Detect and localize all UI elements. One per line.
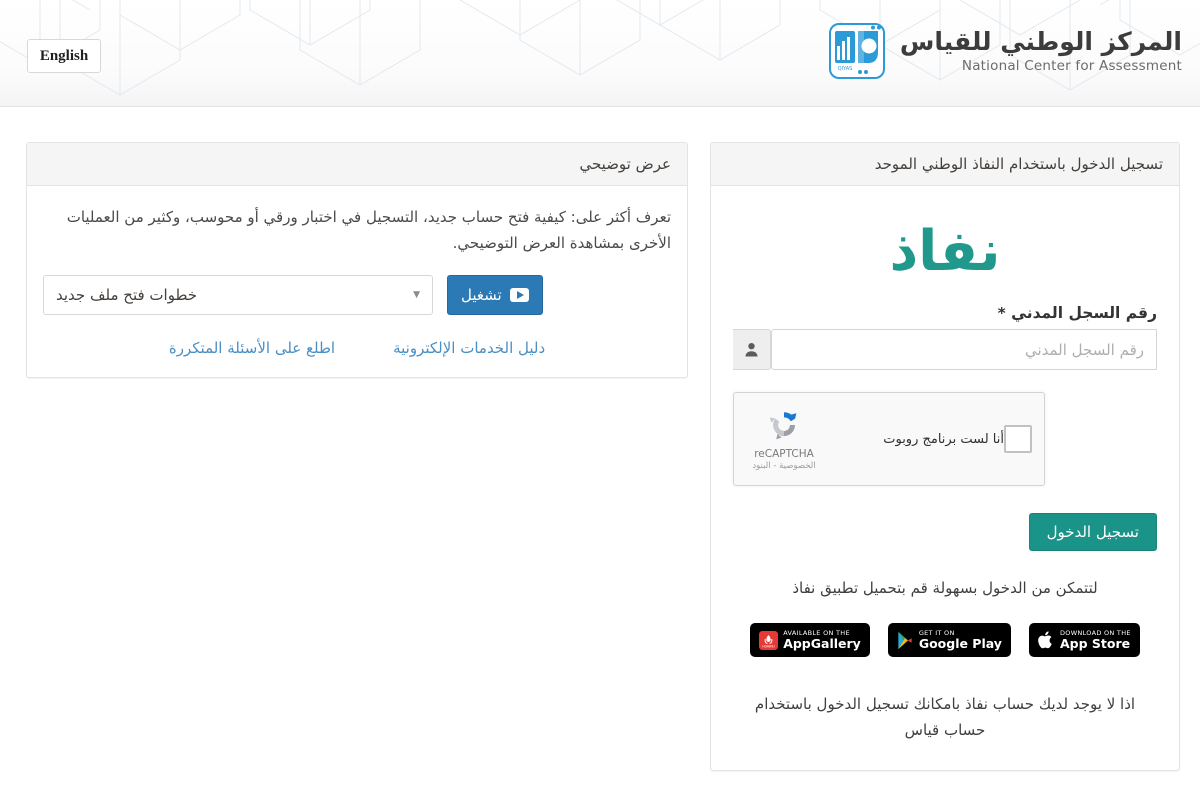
app-store-badge[interactable]: Download on the App Store	[1028, 623, 1140, 657]
login-panel-body: نفاذ رقم السجل المدني * أنا لست برنامج ر…	[711, 186, 1179, 770]
apple-icon	[1038, 631, 1052, 649]
play-demo-button[interactable]: تشغيل	[447, 274, 543, 315]
login-submit-label: تسجيل الدخول	[1046, 523, 1139, 541]
electronic-services-guide-link[interactable]: دليل الخدمات الإلكترونية	[393, 339, 545, 357]
brand-text: المركز الوطني للقياس National Center for…	[899, 26, 1182, 74]
recaptcha-legal-text: الخصوصية - البنود	[752, 460, 816, 471]
recaptcha-label: أنا لست برنامج روبوت	[883, 431, 1004, 447]
demo-panel: عرض توضيحي تعرف أكثر على: كيفية فتح حساب…	[26, 142, 688, 378]
demo-description: تعرف أكثر على: كيفية فتح حساب جديد، التس…	[66, 208, 671, 253]
nafath-logo: نفاذ	[889, 219, 1001, 284]
demo-controls-row: خطوات فتح ملف جديد ▼ تشغيل	[43, 274, 671, 315]
civil-id-input[interactable]	[771, 329, 1157, 370]
recaptcha-checkbox-wrap	[1004, 425, 1032, 453]
page-content: عرض توضيحي تعرف أكثر على: كيفية فتح حساب…	[0, 107, 1200, 771]
google-play-badge[interactable]: Get it on Google Play	[887, 623, 1011, 657]
huawei-appgallery-icon: HUAWEI	[759, 630, 779, 650]
svg-text:HUAWEI: HUAWEI	[763, 644, 775, 648]
login-panel: تسجيل الدخول باستخدام النفاذ الوطني المو…	[710, 142, 1180, 771]
google-play-icon	[898, 631, 912, 649]
demo-video-select[interactable]: خطوات فتح ملف جديد ▼	[43, 274, 433, 315]
recaptcha-checkbox[interactable]	[1004, 425, 1032, 453]
recaptcha-branding: reCAPTCHA الخصوصية - البنود	[746, 408, 822, 471]
civil-id-label: رقم السجل المدني *	[997, 304, 1157, 322]
no-account-note: اذا لا يوجد لديك حساب نفاذ بامكانك تسجيل…	[754, 695, 1136, 740]
brand-logo: المركز الوطني للقياس National Center for…	[828, 22, 1182, 80]
language-switch-label: English	[39, 47, 89, 64]
demo-video-select-value: خطوات فتح ملف جديد	[56, 285, 198, 304]
app-gallery-badge-text: Available on the AppGallery	[783, 629, 861, 651]
app-store-badge-text: Download on the App Store	[1059, 629, 1131, 651]
app-gallery-badge[interactable]: HUAWEI Available on the AppGallery	[750, 623, 870, 657]
brand-name-arabic: المركز الوطني للقياس	[899, 26, 1182, 56]
demo-panel-body: تعرف أكثر على: كيفية فتح حساب جديد، التس…	[27, 186, 687, 377]
play-icon	[509, 287, 529, 302]
demo-panel-title: عرض توضيحي	[27, 143, 687, 186]
user-icon	[733, 329, 771, 370]
recaptcha-icon	[769, 411, 797, 439]
app-store-badge-big: App Store	[1059, 635, 1131, 651]
brand-name-english: National Center for Assessment	[961, 57, 1182, 74]
google-play-badge-big: Google Play	[918, 635, 1002, 651]
recaptcha-brand-text: reCAPTCHA	[754, 447, 814, 460]
qiyas-logo-caption: QIYAS	[838, 66, 853, 72]
login-panel-title: تسجيل الدخول باستخدام النفاذ الوطني المو…	[711, 143, 1179, 186]
google-play-badge-text: Get it on Google Play	[918, 629, 1002, 651]
chevron-down-icon: ▼	[413, 289, 420, 300]
language-switch-button[interactable]: English	[27, 39, 101, 73]
demo-links: دليل الخدمات الإلكترونية اطلع على الأسئل…	[43, 335, 671, 359]
app-download-note: لتتمكن من الدخول بسهولة قم بتحميل تطبيق …	[792, 579, 1098, 597]
civil-id-input-group	[733, 329, 1157, 370]
faq-link[interactable]: اطلع على الأسئلة المتكررة	[169, 339, 335, 357]
login-submit-button[interactable]: تسجيل الدخول	[1028, 513, 1157, 551]
play-button-label: تشغيل	[461, 285, 502, 304]
app-store-badges: Download on the App Store Get it on	[733, 623, 1157, 657]
qiyas-logo-icon: QIYAS	[828, 23, 885, 79]
recaptcha-widget[interactable]: أنا لست برنامج روبوت reCAPTCHA الخصوصية …	[733, 392, 1045, 486]
site-header: English المركز الوطني للقياس National Ce…	[0, 0, 1200, 107]
app-gallery-badge-big: AppGallery	[783, 635, 861, 651]
